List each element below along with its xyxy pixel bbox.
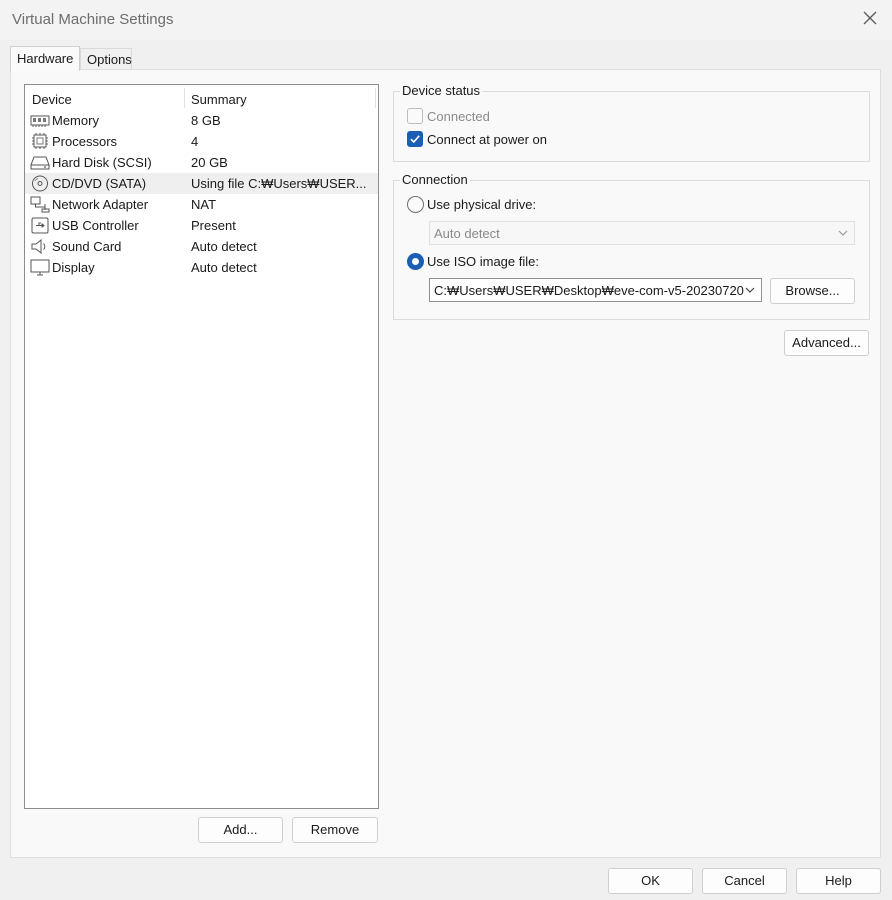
device-status-title: Device status (400, 83, 483, 98)
checkmark-icon (410, 135, 420, 144)
column-divider[interactable] (375, 88, 376, 108)
connected-checkbox[interactable] (407, 108, 423, 124)
ok-button[interactable]: OK (608, 868, 693, 894)
tab-options-label: Options (87, 52, 132, 67)
display-icon (30, 259, 50, 276)
hard-disk-icon (30, 154, 50, 171)
title-bar: Virtual Machine Settings (0, 0, 892, 40)
connection-title: Connection (400, 172, 470, 187)
add-button[interactable]: Add... (198, 817, 283, 843)
connect-at-power-on-checkbox[interactable] (407, 131, 423, 147)
device-row-processors[interactable]: Processors 4 (25, 131, 378, 152)
device-status-group: Device status Connected Connect at power… (393, 83, 870, 162)
device-name: Network Adapter (52, 197, 149, 212)
cd-dvd-icon (30, 175, 50, 192)
device-name: Sound Card (52, 239, 122, 254)
cancel-button[interactable]: Cancel (702, 868, 787, 894)
device-summary: 8 GB (191, 113, 221, 128)
device-row-network-adapter[interactable]: Network Adapter NAT (25, 194, 378, 215)
device-name: USB Controller (52, 218, 139, 233)
chevron-down-icon (744, 284, 756, 296)
device-list: Device Summary Memory 8 GB Processors 4 (24, 84, 379, 809)
virtual-machine-settings-window: Virtual Machine Settings Hardware Option… (0, 0, 892, 900)
hardware-panel: Device Summary Memory 8 GB Processors 4 (10, 69, 881, 858)
connection-group: Connection Use physical drive: Auto dete… (393, 172, 870, 320)
device-summary: 4 (191, 134, 199, 149)
device-summary: Auto detect (191, 239, 257, 254)
device-name: Memory (52, 113, 99, 128)
device-name: Display (52, 260, 95, 275)
usb-controller-icon (30, 217, 50, 234)
iso-image-path-value: C:₩Users₩USER₩Desktop₩eve-com-v5-2023072… (434, 283, 744, 298)
device-summary: NAT (191, 197, 217, 212)
device-summary: Present (191, 218, 236, 233)
device-name: Processors (52, 134, 118, 149)
column-divider[interactable] (184, 88, 185, 108)
processor-icon (30, 133, 50, 150)
device-summary: Auto detect (191, 260, 257, 275)
chevron-down-icon (837, 227, 849, 239)
memory-icon (30, 112, 50, 129)
tab-options[interactable]: Options (80, 48, 132, 70)
connect-at-power-on-label: Connect at power on (427, 132, 547, 147)
device-row-display[interactable]: Display Auto detect (25, 257, 378, 278)
device-summary: 20 GB (191, 155, 228, 170)
device-row-cd-dvd[interactable]: CD/DVD (SATA) Using file C:₩Users₩USER..… (25, 173, 378, 194)
window-title: Virtual Machine Settings (12, 11, 174, 28)
physical-drive-select[interactable]: Auto detect (429, 221, 855, 245)
remove-button[interactable]: Remove (292, 817, 378, 843)
device-name: Hard Disk (SCSI) (52, 155, 152, 170)
connected-label: Connected (427, 109, 490, 124)
device-name: CD/DVD (SATA) (52, 176, 147, 191)
column-header-device[interactable]: Device (32, 92, 72, 107)
physical-drive-radio[interactable] (407, 196, 424, 213)
device-row-memory[interactable]: Memory 8 GB (25, 110, 378, 131)
device-list-header: Device Summary (25, 85, 378, 111)
device-row-hard-disk[interactable]: Hard Disk (SCSI) 20 GB (25, 152, 378, 173)
network-adapter-icon (30, 196, 50, 213)
device-row-sound-card[interactable]: Sound Card Auto detect (25, 236, 378, 257)
sound-card-icon (30, 238, 50, 255)
close-icon[interactable] (862, 9, 878, 27)
device-row-usb-controller[interactable]: USB Controller Present (25, 215, 378, 236)
device-summary: Using file C:₩Users₩USER... (191, 176, 367, 191)
help-button[interactable]: Help (796, 868, 881, 894)
tab-hardware-label: Hardware (17, 51, 74, 66)
browse-button[interactable]: Browse... (770, 278, 855, 304)
column-header-summary[interactable]: Summary (191, 92, 247, 107)
iso-image-label: Use ISO image file: (427, 254, 539, 269)
iso-image-path-combobox[interactable]: C:₩Users₩USER₩Desktop₩eve-com-v5-2023072… (429, 278, 762, 302)
physical-drive-value: Auto detect (434, 226, 500, 241)
advanced-button[interactable]: Advanced... (784, 330, 869, 356)
iso-image-radio[interactable] (407, 253, 424, 270)
physical-drive-label: Use physical drive: (427, 197, 537, 212)
tab-hardware[interactable]: Hardware (10, 46, 80, 71)
